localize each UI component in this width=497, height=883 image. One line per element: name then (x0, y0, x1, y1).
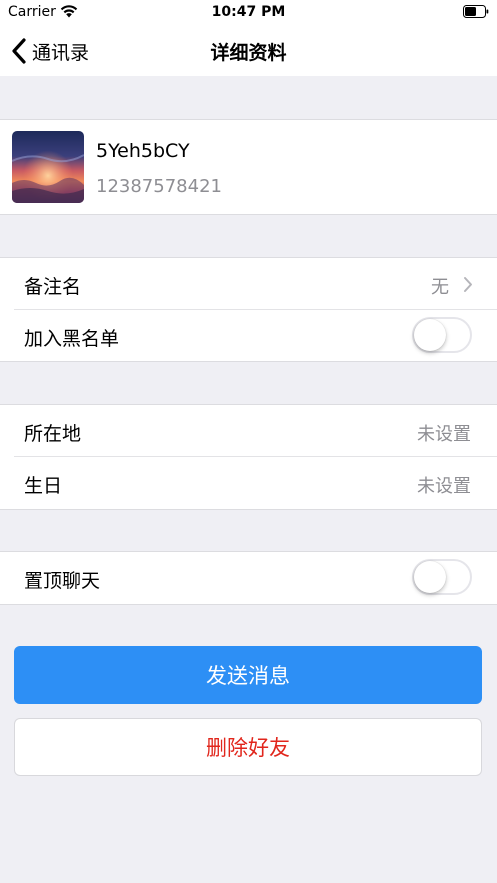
pin-chat-row: 置顶聊天 (0, 552, 497, 604)
chevron-right-icon (464, 277, 472, 292)
birthday-row[interactable]: 生日 未设置 (0, 457, 497, 509)
blacklist-row: 加入黑名单 (0, 310, 497, 362)
avatar-image (12, 131, 84, 203)
contact-phone: 12387578421 (96, 176, 222, 197)
pin-chat-toggle[interactable] (412, 559, 472, 595)
status-bar: Carrier 10:47 PM (0, 0, 497, 26)
page-title: 详细资料 (210, 42, 287, 64)
location-row[interactable]: 所在地 未设置 (0, 405, 497, 457)
send-message-button[interactable]: 发送消息 (14, 646, 482, 704)
battery-icon (463, 5, 489, 18)
profile-card: 5Yeh5bCY 12387578421 (0, 119, 497, 215)
remark-row[interactable]: 备注名 无 (0, 258, 497, 310)
toggle-knob (414, 561, 446, 593)
remark-value: 无 (431, 277, 449, 298)
location-value: 未设置 (417, 424, 471, 445)
remark-label: 备注名 (24, 276, 82, 298)
settings-group-3: 置顶聊天 (0, 551, 497, 605)
blacklist-toggle[interactable] (412, 317, 472, 353)
location-label: 所在地 (24, 423, 82, 445)
settings-group-2: 所在地 未设置 生日 未设置 (0, 404, 497, 510)
contact-name: 5Yeh5bCY (96, 140, 190, 162)
blacklist-label: 加入黑名单 (24, 328, 120, 350)
delete-friend-button[interactable]: 删除好友 (14, 718, 482, 776)
toggle-knob (414, 319, 446, 351)
avatar (12, 131, 84, 203)
clock: 10:47 PM (211, 4, 286, 20)
navigation-bar: 通讯录 详细资料 (0, 26, 497, 76)
birthday-label: 生日 (24, 475, 63, 497)
pin-chat-label: 置顶聊天 (24, 570, 101, 592)
settings-group-1: 备注名 无 加入黑名单 (0, 257, 497, 362)
birthday-value: 未设置 (417, 476, 471, 497)
